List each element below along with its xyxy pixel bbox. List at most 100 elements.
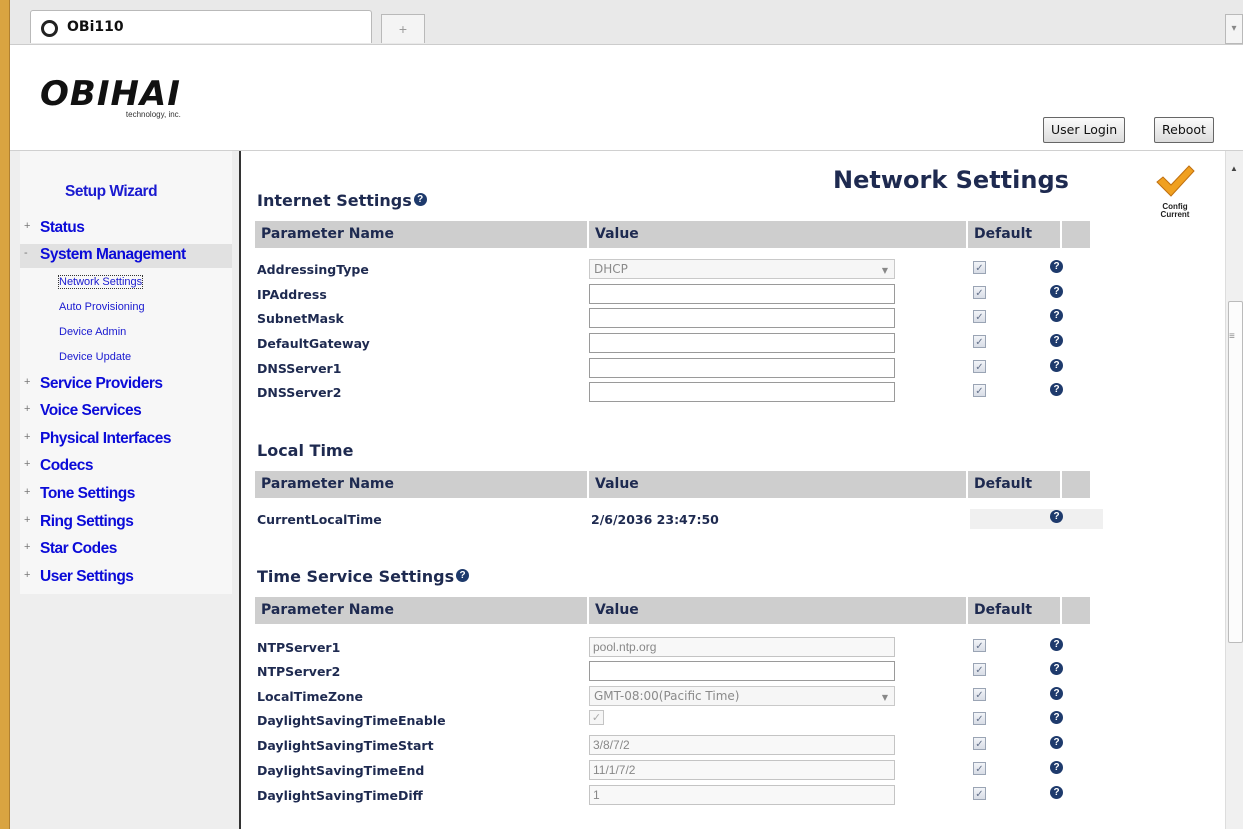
sidebar-item-label: Voice Services	[40, 402, 142, 419]
help-icon[interactable]: ?	[1050, 260, 1063, 273]
sidebar-item-physical-interfaces[interactable]: + Physical Interfaces	[20, 428, 232, 452]
dst-end-input[interactable]: 11/1/7/2	[589, 760, 895, 780]
help-icon[interactable]: ?	[1050, 786, 1063, 799]
default-checkbox[interactable]: ✓	[973, 737, 986, 750]
page-title: Network Settings	[833, 166, 1069, 194]
table-row: DNSServer2 ✓ ?	[257, 381, 1097, 405]
table-row: DaylightSavingTimeDiff 1 ✓ ?	[257, 784, 1097, 808]
tab-title: OBi110	[67, 19, 124, 35]
sidebar-item-label: System Management	[40, 246, 186, 263]
browser-tab-obi110[interactable]: OBi110	[30, 10, 372, 43]
tab-list-chevron-icon[interactable]: ▾	[1225, 14, 1243, 44]
scroll-up-icon[interactable]: ▲	[1230, 164, 1238, 173]
default-checkbox[interactable]: ✓	[973, 384, 986, 397]
current-local-time-value: 2/6/2036 23:47:50	[591, 512, 719, 527]
help-icon[interactable]: ?	[1050, 285, 1063, 298]
ip-address-input[interactable]	[589, 284, 895, 304]
ntp-server1-input[interactable]: pool.ntp.org	[589, 637, 895, 657]
addressing-type-select[interactable]: DHCP ▼	[589, 259, 895, 279]
default-checkbox[interactable]: ✓	[973, 310, 986, 323]
dns-server1-input[interactable]	[589, 358, 895, 378]
sidebar-item-ring-settings[interactable]: + Ring Settings	[20, 511, 232, 535]
time-service-settings-title: Time Service Settings?	[257, 567, 470, 586]
default-checkbox[interactable]: ✓	[973, 360, 986, 373]
sidebar-item-status[interactable]: + Status	[20, 217, 232, 241]
daylight-saving-enable-checkbox[interactable]: ✓	[589, 710, 604, 725]
help-icon[interactable]: ?	[413, 193, 427, 206]
favicon-icon	[41, 20, 58, 37]
parameter-name: NTPServer1	[257, 640, 341, 655]
help-icon[interactable]: ?	[1050, 309, 1063, 322]
help-icon[interactable]: ?	[1050, 711, 1063, 724]
sidebar-item-service-providers[interactable]: + Service Providers	[20, 373, 232, 397]
section-title-text: Internet Settings	[257, 191, 412, 210]
scrollbar-thumb[interactable]	[1228, 301, 1243, 643]
main-content: Network Settings Config Current Internet…	[241, 151, 1225, 829]
default-checkbox[interactable]: ✓	[973, 663, 986, 676]
dns-server2-input[interactable]	[589, 382, 895, 402]
default-checkbox[interactable]: ✓	[973, 712, 986, 725]
parameter-name: DaylightSavingTimeEnd	[257, 763, 425, 778]
select-value: GMT-08:00(Pacific Time)	[594, 689, 740, 703]
subnet-mask-input[interactable]	[589, 308, 895, 328]
reboot-button[interactable]: Reboot	[1154, 117, 1214, 143]
sidebar-item-label: Star Codes	[40, 540, 117, 557]
parameter-name: DaylightSavingTimeEnable	[257, 713, 446, 728]
sidebar-subitem-auto-provisioning[interactable]: Auto Provisioning	[59, 301, 145, 313]
new-tab-button[interactable]: +	[381, 14, 425, 43]
help-icon[interactable]: ?	[456, 569, 470, 582]
parameter-name: DefaultGateway	[257, 336, 370, 351]
default-checkbox[interactable]: ✓	[973, 639, 986, 652]
sidebar-item-voice-services[interactable]: + Voice Services	[20, 400, 232, 424]
help-icon[interactable]: ?	[1050, 761, 1063, 774]
internet-settings-title: Internet Settings?	[257, 191, 427, 210]
sidebar-item-label: Service Providers	[40, 375, 163, 392]
sidebar-item-system-management[interactable]: - System Management	[20, 244, 232, 268]
table-row: NTPServer2 ✓ ?	[257, 660, 1097, 684]
help-icon[interactable]: ?	[1050, 359, 1063, 372]
column-header-parameter-name: Parameter Name	[255, 221, 587, 248]
default-checkbox[interactable]: ✓	[973, 286, 986, 299]
table-row: DaylightSavingTimeStart 3/8/7/2 ✓ ?	[257, 734, 1097, 758]
default-checkbox[interactable]: ✓	[973, 762, 986, 775]
checkmark-icon	[1156, 165, 1195, 197]
column-header-help	[1062, 221, 1090, 248]
parameter-name: SubnetMask	[257, 311, 344, 326]
dst-start-input[interactable]: 3/8/7/2	[589, 735, 895, 755]
default-gateway-input[interactable]	[589, 333, 895, 353]
help-icon[interactable]: ?	[1050, 638, 1063, 651]
help-icon[interactable]: ?	[1050, 662, 1063, 675]
default-cell	[970, 509, 1103, 529]
help-icon[interactable]: ?	[1050, 510, 1063, 523]
sidebar-item-user-settings[interactable]: + User Settings	[20, 566, 232, 590]
chevron-down-icon: ▼	[881, 693, 888, 702]
sidebar-item-star-codes[interactable]: + Star Codes	[20, 538, 232, 562]
sidebar: Setup Wizard + Status - System Management …	[10, 151, 241, 829]
dst-diff-input[interactable]: 1	[589, 785, 895, 805]
help-icon[interactable]: ?	[1050, 383, 1063, 396]
expand-icon: +	[24, 486, 30, 498]
ntp-server2-input[interactable]	[589, 661, 895, 681]
expand-icon: +	[24, 458, 30, 470]
default-checkbox[interactable]: ✓	[973, 261, 986, 274]
parameter-name: DaylightSavingTimeStart	[257, 738, 434, 753]
time-service-table-header: Parameter Name Value Default	[255, 597, 1090, 624]
local-time-zone-select[interactable]: GMT-08:00(Pacific Time) ▼	[589, 686, 895, 706]
user-login-button[interactable]: User Login	[1043, 117, 1126, 143]
chevron-down-icon: ▼	[881, 266, 888, 275]
sidebar-item-codecs[interactable]: + Codecs	[20, 455, 232, 479]
default-checkbox[interactable]: ✓	[973, 787, 986, 800]
table-row: SubnetMask ✓ ?	[257, 307, 1097, 331]
setup-wizard-link[interactable]: Setup Wizard	[65, 183, 158, 201]
sidebar-subitem-device-update[interactable]: Device Update	[59, 351, 131, 363]
sidebar-item-tone-settings[interactable]: + Tone Settings	[20, 483, 232, 507]
sidebar-subitem-network-settings[interactable]: Network Settings	[57, 275, 144, 289]
default-checkbox[interactable]: ✓	[973, 335, 986, 348]
help-icon[interactable]: ?	[1050, 687, 1063, 700]
vertical-scrollbar[interactable]: ▲ ≡	[1225, 151, 1243, 829]
default-checkbox[interactable]: ✓	[973, 688, 986, 701]
sidebar-subitem-device-admin[interactable]: Device Admin	[59, 326, 126, 338]
help-icon[interactable]: ?	[1050, 334, 1063, 347]
obihai-logo: OBIHAI technology, inc.	[40, 77, 181, 119]
help-icon[interactable]: ?	[1050, 736, 1063, 749]
